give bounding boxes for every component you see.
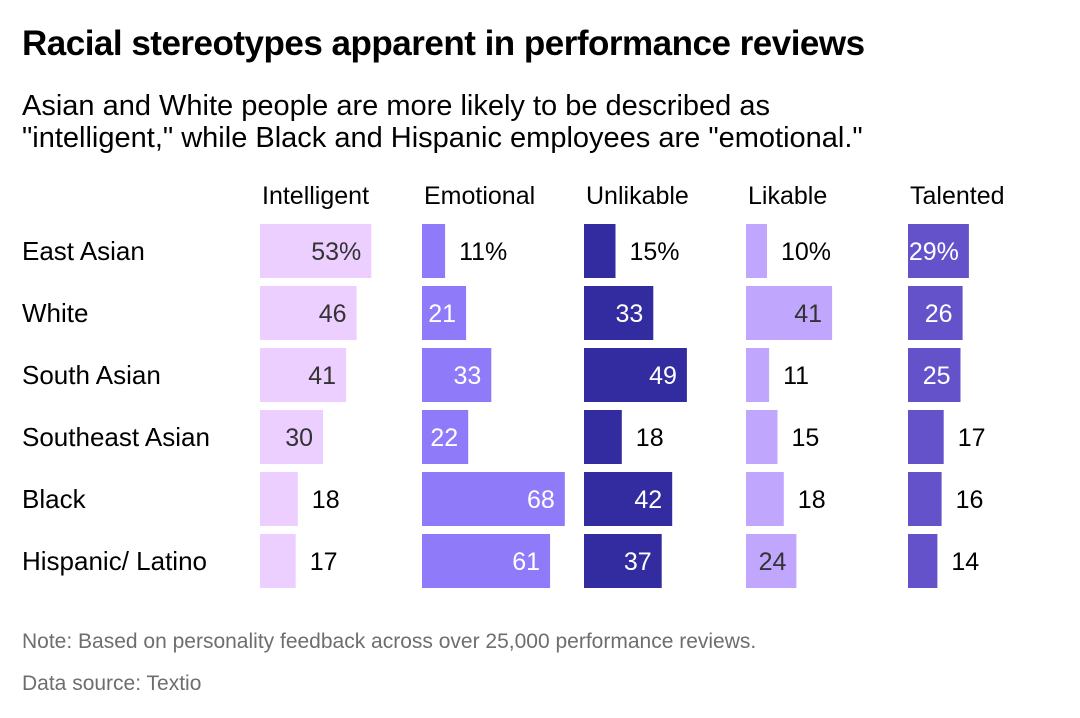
- data-label: 17: [310, 548, 338, 576]
- data-label: 29%: [909, 238, 959, 266]
- data-label: 33: [453, 362, 481, 390]
- data-label: 14: [951, 548, 979, 576]
- data-label: 15%: [630, 238, 680, 266]
- data-label: 18: [798, 486, 826, 514]
- data-label: 68: [527, 486, 555, 514]
- bar: [908, 410, 944, 464]
- category-label: East Asian: [22, 236, 145, 266]
- category-label: White: [22, 298, 88, 328]
- data-label: 18: [636, 424, 664, 452]
- data-label: 22: [430, 424, 458, 452]
- data-source: Data source: Textio: [22, 672, 202, 695]
- category-label: Southeast Asian: [22, 422, 210, 452]
- data-label: 24: [759, 548, 787, 576]
- bar: [746, 348, 770, 402]
- series-header: Talented: [910, 182, 1005, 210]
- category-label: Black: [22, 484, 87, 514]
- bar: [260, 472, 298, 526]
- category-label: South Asian: [22, 360, 161, 390]
- bar: [422, 224, 446, 278]
- data-label: 16: [956, 486, 984, 514]
- data-label: 21: [428, 300, 456, 328]
- bar: [908, 472, 942, 526]
- data-label: 30: [285, 424, 313, 452]
- data-label: 26: [925, 300, 953, 328]
- footnote: Note: Based on personality feedback acro…: [22, 630, 757, 653]
- bar: [584, 224, 616, 278]
- data-label: 18: [312, 486, 340, 514]
- bar: [908, 534, 938, 588]
- series-header: Emotional: [424, 182, 535, 210]
- data-label: 42: [634, 486, 662, 514]
- data-label: 25: [923, 362, 951, 390]
- data-label: 61: [512, 548, 540, 576]
- data-label: 37: [624, 548, 652, 576]
- bar: [746, 472, 784, 526]
- series-header: Unlikable: [586, 182, 689, 210]
- bar: [746, 224, 767, 278]
- data-label: 33: [615, 300, 643, 328]
- data-label: 53%: [311, 238, 361, 266]
- data-label: 49: [649, 362, 677, 390]
- data-label: 41: [308, 362, 336, 390]
- series-header: Intelligent: [262, 182, 369, 210]
- bar: [260, 534, 296, 588]
- data-label: 10%: [781, 238, 831, 266]
- series-header: Likable: [748, 182, 827, 210]
- category-label: Hispanic/ Latino: [22, 546, 207, 576]
- data-label: 15: [792, 424, 820, 452]
- data-label: 11: [783, 362, 809, 390]
- bar-chart: East Asian White South Asian Southeast Asia…: [22, 182, 1005, 588]
- bar: [746, 410, 778, 464]
- bar: [584, 410, 622, 464]
- data-label: 17: [958, 424, 986, 452]
- data-label: 41: [794, 300, 822, 328]
- data-label: 11%: [459, 238, 507, 266]
- data-label: 46: [319, 300, 347, 328]
